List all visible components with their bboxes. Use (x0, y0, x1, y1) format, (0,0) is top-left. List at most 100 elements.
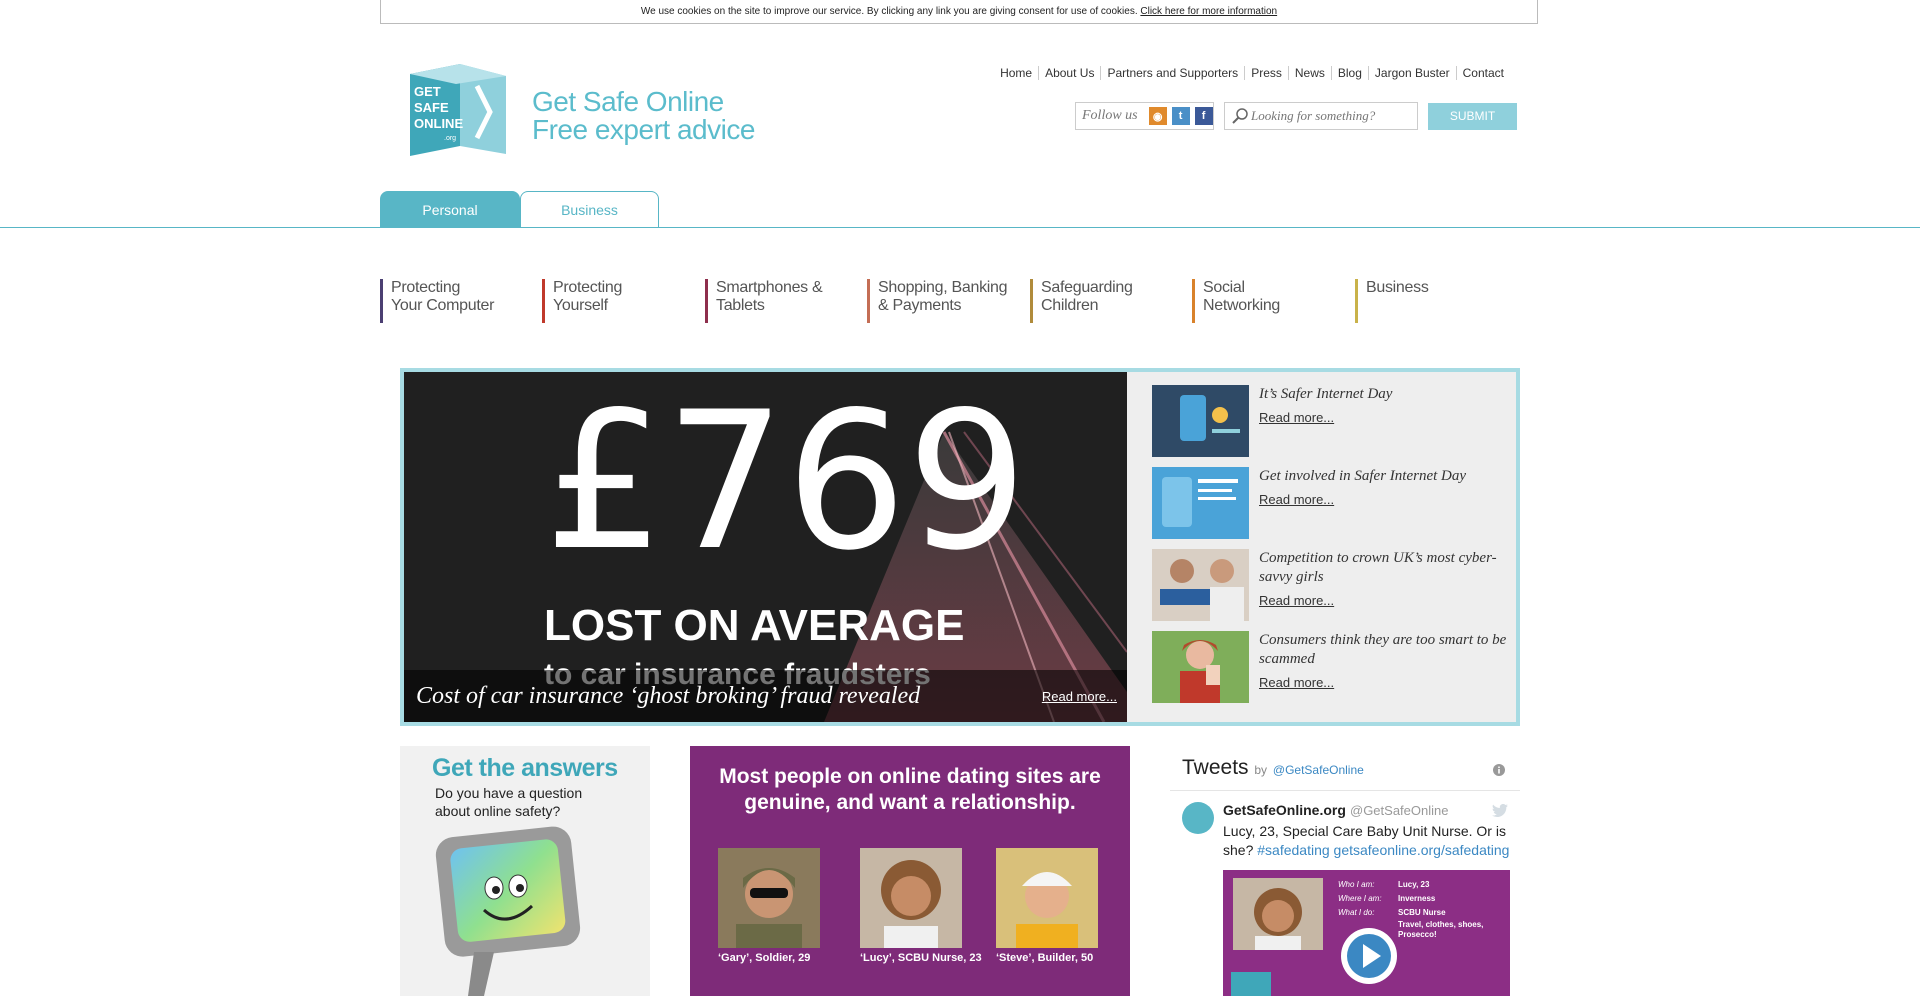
category-line1: Safeguarding (1041, 279, 1133, 296)
tweet-card-logo (1231, 972, 1271, 996)
logo-text-safe: SAFE (414, 100, 449, 115)
category-smartphones-tablets[interactable]: Smartphones & Tablets (705, 279, 823, 323)
person-photo-steve (996, 848, 1098, 948)
category-line2: Tablets (716, 297, 765, 314)
tweet-author-handle[interactable]: @GetSafeOnline (1350, 803, 1448, 818)
follow-us-box: Follow us ◉ t f (1075, 102, 1214, 130)
online-dating-promo[interactable]: Most people on online dating sites are g… (690, 746, 1130, 996)
tweets-account-link[interactable]: @GetSafeOnline (1273, 763, 1364, 777)
tweet-video-card[interactable]: Who I am: Where I am: What I do: Lucy, 2… (1223, 870, 1510, 996)
category-protecting-yourself[interactable]: Protecting Yourself (542, 279, 622, 323)
tweets-title: Tweets (1182, 756, 1249, 779)
category-line2: & Payments (878, 297, 962, 314)
news-read-more-link[interactable]: Read more... (1259, 410, 1334, 425)
rss-icon[interactable]: ◉ (1148, 107, 1167, 125)
nav-home[interactable]: Home (994, 66, 1038, 80)
news-item[interactable]: It’s Safer Internet Day Read more... (1152, 385, 1512, 459)
get-answers-promo[interactable]: Get the answers Do you have a question a… (400, 746, 650, 996)
news-read-more-link[interactable]: Read more... (1259, 492, 1334, 507)
tab-business[interactable]: Business (520, 191, 659, 227)
tab-divider (0, 227, 1920, 228)
hero-caption[interactable]: Cost of car insurance ‘ghost broking’ fr… (416, 683, 920, 710)
tweet-card-labels: Who I am: Where I am: What I do: (1338, 878, 1382, 920)
nav-jargon-buster[interactable]: Jargon Buster (1367, 66, 1456, 80)
logo-text-online: ONLINE (414, 116, 463, 131)
news-item[interactable]: Consumers think they are too smart to be… (1152, 631, 1512, 705)
person-photo-lucy (860, 848, 962, 948)
facebook-icon[interactable]: f (1194, 107, 1213, 125)
category-social-networking[interactable]: Social Networking (1192, 279, 1280, 323)
search-submit-button[interactable]: SUBMIT (1428, 103, 1517, 130)
news-title[interactable]: Consumers think they are too smart to be… (1259, 631, 1509, 669)
category-line1: Protecting (391, 279, 461, 296)
category-safeguarding-children[interactable]: Safeguarding Children (1030, 279, 1133, 323)
monitor-mascot-icon (435, 826, 581, 996)
hero-banner[interactable]: £769 LOST ON AVERAGE to car insurance fr… (404, 372, 1127, 722)
nav-blog[interactable]: Blog (1330, 66, 1368, 80)
hero-read-more-link[interactable]: Read more... (1042, 689, 1117, 704)
answers-title: Get the answers (432, 754, 618, 782)
hero-headline: LOST ON AVERAGE (544, 601, 964, 650)
category-line2: Networking (1203, 297, 1281, 314)
category-line2: Yourself (553, 297, 608, 314)
tweets-divider (1170, 790, 1520, 791)
category-line1: Protecting (553, 279, 623, 296)
tweet-card-values: Lucy, 23 Inverness SCBU Nurse Travel, cl… (1398, 878, 1506, 940)
category-line1: Shopping, Banking (878, 279, 1008, 296)
tab-personal[interactable]: Personal (380, 191, 520, 227)
news-thumbnail[interactable] (1152, 385, 1249, 457)
nav-about-us[interactable]: About Us (1038, 66, 1100, 80)
news-read-more-link[interactable]: Read more... (1259, 675, 1334, 690)
cookie-text: We use cookies on the site to improve ou… (640, 6, 1138, 17)
card-value-what: SCBU Nurse (1398, 908, 1446, 917)
nav-contact[interactable]: Contact (1455, 66, 1510, 80)
card-value-where: Inverness (1398, 894, 1436, 903)
news-title[interactable]: Competition to crown UK’s most cyber-sav… (1259, 549, 1509, 587)
top-navigation: Home About Us Partners and Supporters Pr… (994, 66, 1510, 80)
category-line1: Business (1366, 279, 1429, 296)
tweets-header: Tweets by @GetSafeOnline (1182, 756, 1364, 780)
search-icon (1232, 108, 1248, 124)
news-thumbnail[interactable] (1152, 549, 1249, 621)
twitter-icon[interactable]: t (1171, 107, 1190, 125)
news-title[interactable]: It’s Safer Internet Day (1259, 385, 1509, 404)
tweet-author-name[interactable]: GetSafeOnline.org (1223, 802, 1346, 818)
card-value-likes: Travel, clothes, shoes, Prosecco! (1398, 920, 1484, 939)
tweet-avatar[interactable] (1182, 802, 1214, 834)
nav-press[interactable]: Press (1244, 66, 1288, 80)
news-item[interactable]: Competition to crown UK’s most cyber-sav… (1152, 549, 1512, 623)
dating-title-line1: Most people on online dating sites are (719, 765, 1101, 788)
tweets-widget: Tweets by @GetSafeOnline GetSafeOnline.o… (1170, 746, 1520, 996)
news-thumbnail[interactable] (1152, 467, 1249, 539)
info-icon[interactable] (1493, 764, 1505, 776)
tweet-text: Lucy, 23, Special Care Baby Unit Nurse. … (1223, 822, 1513, 860)
cookie-bar: We use cookies on the site to improve ou… (380, 0, 1538, 24)
cookie-info-link[interactable]: Click here for more information (1140, 6, 1277, 17)
news-thumbnail[interactable] (1152, 631, 1249, 703)
tweet-hashtag[interactable]: #safedating (1257, 842, 1329, 858)
person-label-lucy: ‘Lucy’, SCBU Nurse, 23 (860, 952, 982, 964)
news-title[interactable]: Get involved in Safer Internet Day (1259, 467, 1509, 486)
search-input[interactable] (1249, 107, 1413, 125)
category-protecting-your-computer[interactable]: Protecting Your Computer (380, 279, 494, 323)
nav-news[interactable]: News (1287, 66, 1331, 80)
logo[interactable]: GET SAFE ONLINE .org (402, 64, 510, 158)
logo-text-get: GET (414, 84, 441, 99)
hero-big-number: £769 (544, 372, 1028, 592)
dating-title-line2: genuine, and want a relationship. (744, 791, 1076, 814)
nav-partners[interactable]: Partners and Supporters (1100, 66, 1244, 80)
play-video-icon[interactable] (1339, 926, 1399, 986)
card-label-who: Who I am: (1338, 880, 1375, 889)
tweet-card-photo (1233, 878, 1323, 950)
news-read-more-link[interactable]: Read more... (1259, 593, 1334, 608)
news-item[interactable]: Get involved in Safer Internet Day Read … (1152, 467, 1512, 541)
tweets-by: by (1254, 763, 1268, 777)
category-line2: Your Computer (391, 297, 495, 314)
category-shopping-banking[interactable]: Shopping, Banking & Payments (867, 279, 1008, 323)
category-business[interactable]: Business (1355, 279, 1429, 323)
twitter-bird-icon[interactable] (1492, 804, 1508, 817)
tweet-link[interactable]: getsafeonline.org/safedating (1334, 842, 1510, 858)
person-label-steve: ‘Steve’, Builder, 50 (996, 952, 1094, 964)
category-line1: Smartphones & (716, 279, 823, 296)
person-photo-gary (718, 848, 820, 948)
